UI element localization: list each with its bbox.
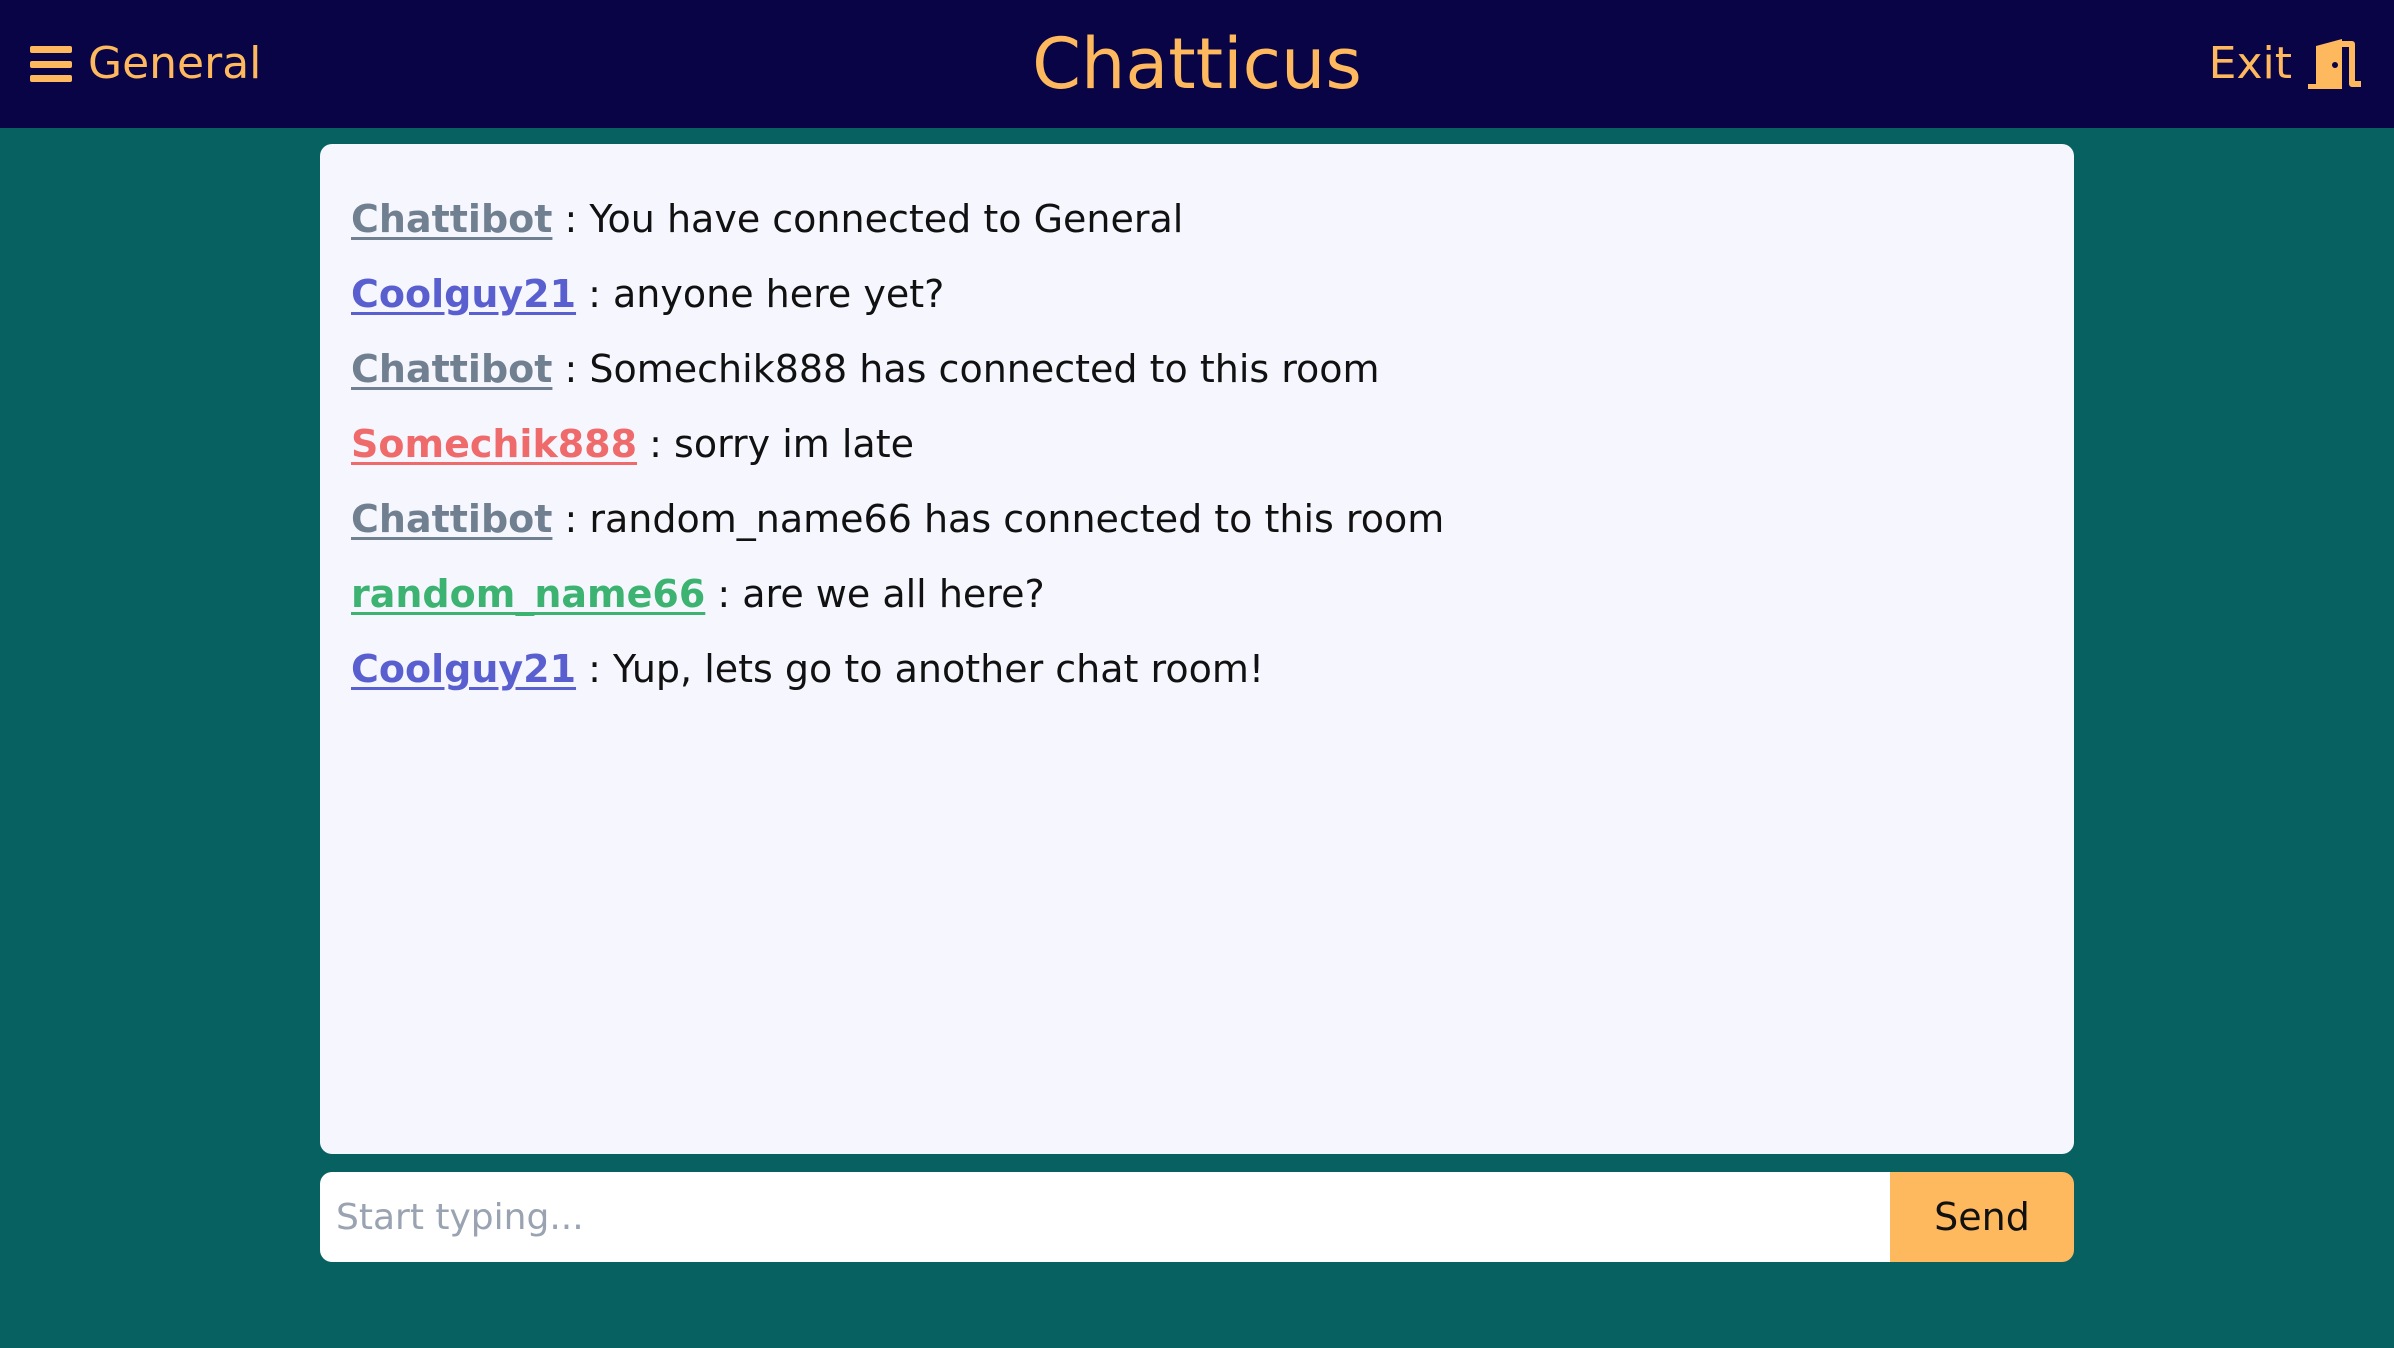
message-text: You have connected to General <box>589 197 1184 241</box>
message-separator: : <box>576 272 613 316</box>
message-composer: Send <box>320 1172 2074 1262</box>
message-separator: : <box>552 497 590 541</box>
chat-message: Coolguy21 : anyone here yet? <box>351 257 2043 332</box>
app-title: Chatticus <box>1032 23 1362 105</box>
message-text: Somechik888 has connected to this room <box>589 347 1380 391</box>
message-separator: : <box>637 422 675 466</box>
message-text: sorry im late <box>674 422 914 466</box>
hamburger-menu-icon[interactable] <box>30 46 72 82</box>
app-header: General Chatticus Exit <box>0 0 2394 128</box>
message-text: anyone here yet? <box>613 272 945 316</box>
message-author-link[interactable]: Chattibot <box>351 497 552 541</box>
send-button[interactable]: Send <box>1890 1172 2074 1262</box>
message-author-link[interactable]: Chattibot <box>351 197 552 241</box>
message-author-link[interactable]: Chattibot <box>351 347 552 391</box>
exit-button[interactable]: Exit <box>2209 0 2364 128</box>
chat-message: Chattibot : You have connected to Genera… <box>351 182 2043 257</box>
message-author-link[interactable]: Coolguy21 <box>351 272 576 316</box>
chat-message: Coolguy21 : Yup, lets go to another chat… <box>351 632 2043 707</box>
message-separator: : <box>552 347 590 391</box>
message-text: Yup, lets go to another chat room! <box>613 647 1265 691</box>
message-author-link[interactable]: random_name66 <box>351 572 705 616</box>
message-text: are we all here? <box>742 572 1045 616</box>
door-exit-icon[interactable] <box>2306 38 2364 90</box>
chat-message: Chattibot : Somechik888 has connected to… <box>351 332 2043 407</box>
message-list[interactable]: Chattibot : You have connected to Genera… <box>320 144 2074 1154</box>
chat-message: Somechik888 : sorry im late <box>351 407 2043 482</box>
message-text: random_name66 has connected to this room <box>589 497 1445 541</box>
message-author-link[interactable]: Somechik888 <box>351 422 637 466</box>
message-separator: : <box>705 572 743 616</box>
exit-label[interactable]: Exit <box>2209 42 2292 86</box>
message-author-link[interactable]: Coolguy21 <box>351 647 576 691</box>
room-menu-button[interactable]: General <box>30 0 261 128</box>
current-room-name[interactable]: General <box>88 42 261 86</box>
message-input[interactable] <box>320 1172 1890 1262</box>
chat-message: Chattibot : random_name66 has connected … <box>351 482 2043 557</box>
chat-message: random_name66 : are we all here? <box>351 557 2043 632</box>
message-separator: : <box>576 647 613 691</box>
message-separator: : <box>552 197 590 241</box>
